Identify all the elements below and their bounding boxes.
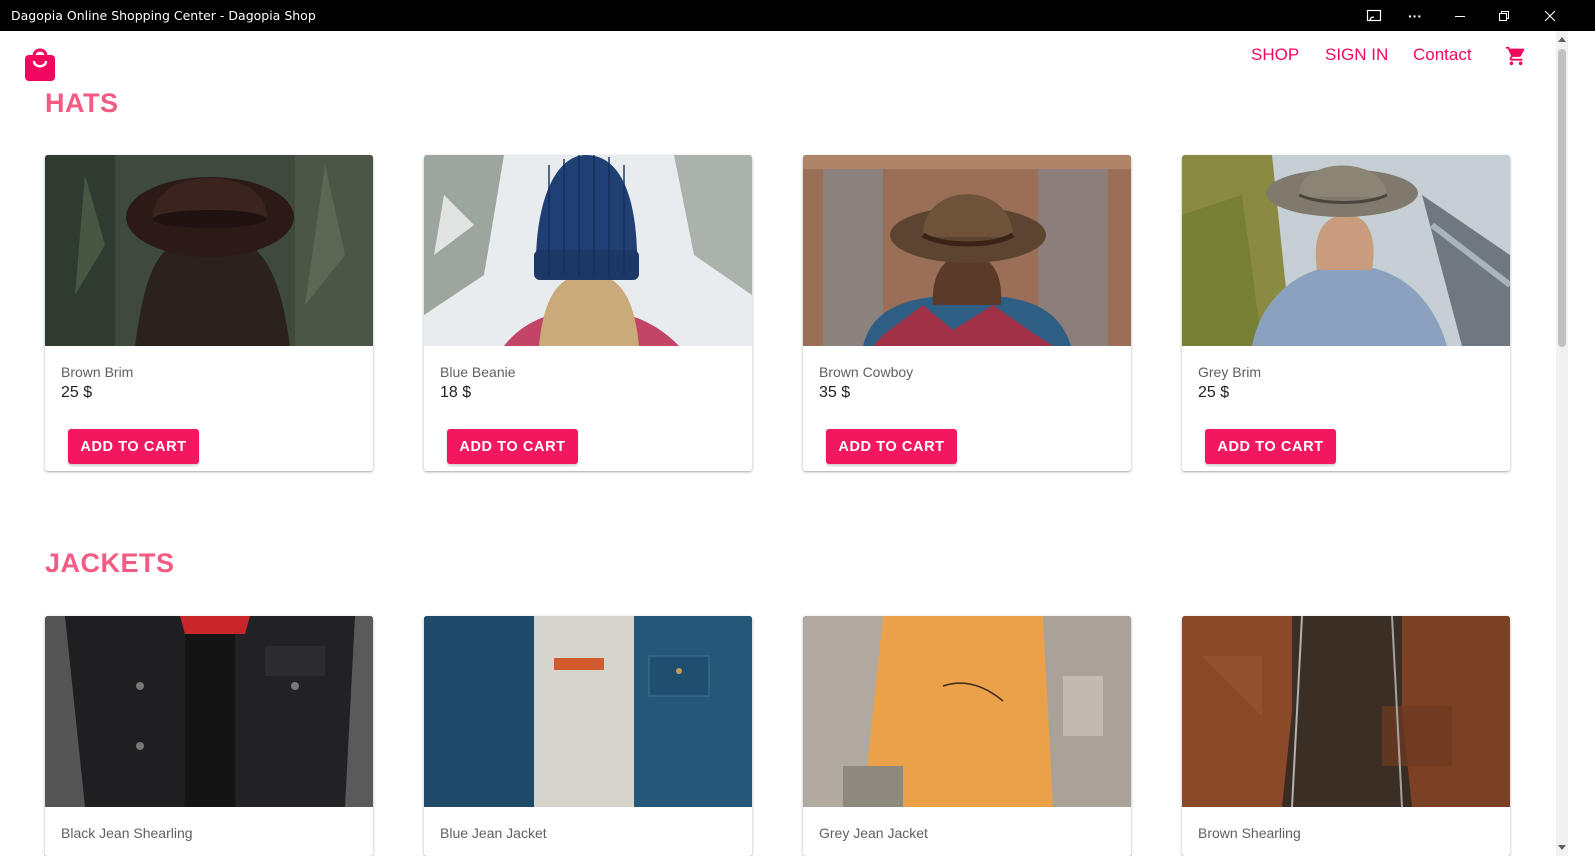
product-card: Grey Brim 25 $ ADD TO CART <box>1182 155 1510 471</box>
product-price: 35 $ <box>819 384 851 401</box>
vertical-scrollbar[interactable] <box>1556 31 1568 856</box>
add-to-cart-button[interactable]: ADD TO CART <box>826 429 957 464</box>
scroll-up-icon[interactable] <box>1558 37 1566 42</box>
product-card: Grey Jean Jacket <box>803 616 1131 856</box>
nav-shop[interactable]: SHOP <box>1251 45 1299 65</box>
product-image <box>45 155 373 346</box>
window-title: Dagopia Online Shopping Center - Dagopia… <box>11 8 316 23</box>
product-image <box>424 155 752 346</box>
product-image <box>424 616 752 807</box>
product-card: Brown Brim 25 $ ADD TO CART <box>45 155 373 471</box>
product-name: Brown Cowboy <box>819 364 914 380</box>
product-image <box>1182 616 1510 807</box>
product-name: Brown Shearling <box>1198 825 1301 841</box>
product-price: 25 $ <box>1198 384 1230 401</box>
close-icon[interactable] <box>1528 0 1572 31</box>
add-to-cart-button[interactable]: ADD TO CART <box>68 429 199 464</box>
product-card: Brown Cowboy 35 $ ADD TO CART <box>803 155 1131 471</box>
product-image <box>803 616 1131 807</box>
shopping-bag-icon[interactable] <box>24 46 56 82</box>
product-card: Blue Beanie 18 $ ADD TO CART <box>424 155 752 471</box>
product-image <box>803 155 1131 346</box>
add-to-cart-button[interactable]: ADD TO CART <box>447 429 578 464</box>
add-to-cart-button[interactable]: ADD TO CART <box>1205 429 1336 464</box>
product-name: Black Jean Shearling <box>61 825 193 841</box>
cast-icon[interactable] <box>1352 0 1396 31</box>
product-card: Brown Shearling <box>1182 616 1510 856</box>
more-icon[interactable]: ··· <box>1393 0 1437 31</box>
product-name: Grey Jean Jacket <box>819 825 928 841</box>
product-price: 18 $ <box>440 384 472 401</box>
scrollbar-thumb[interactable] <box>1558 49 1566 347</box>
restore-icon[interactable] <box>1482 0 1526 31</box>
product-card: Blue Jean Jacket <box>424 616 752 856</box>
window-title-bar: Dagopia Online Shopping Center - Dagopia… <box>0 0 1595 31</box>
product-card: Black Jean Shearling <box>45 616 373 856</box>
product-name: Grey Brim <box>1198 364 1261 380</box>
section-title-jackets[interactable]: JACKETS <box>45 548 175 579</box>
window-edge <box>1568 31 1595 856</box>
product-image <box>45 616 373 807</box>
product-name: Brown Brim <box>61 364 134 380</box>
nav-sign-in[interactable]: SIGN IN <box>1325 45 1388 65</box>
product-image <box>1182 155 1510 346</box>
nav-contact[interactable]: Contact <box>1413 45 1472 65</box>
scroll-down-icon[interactable] <box>1558 845 1566 850</box>
product-name: Blue Beanie <box>440 364 516 380</box>
cart-icon[interactable] <box>1505 45 1527 67</box>
product-name: Blue Jean Jacket <box>440 825 547 841</box>
minimize-icon[interactable] <box>1438 0 1482 31</box>
section-title-hats[interactable]: HATS <box>45 88 119 119</box>
product-price: 25 $ <box>61 384 93 401</box>
